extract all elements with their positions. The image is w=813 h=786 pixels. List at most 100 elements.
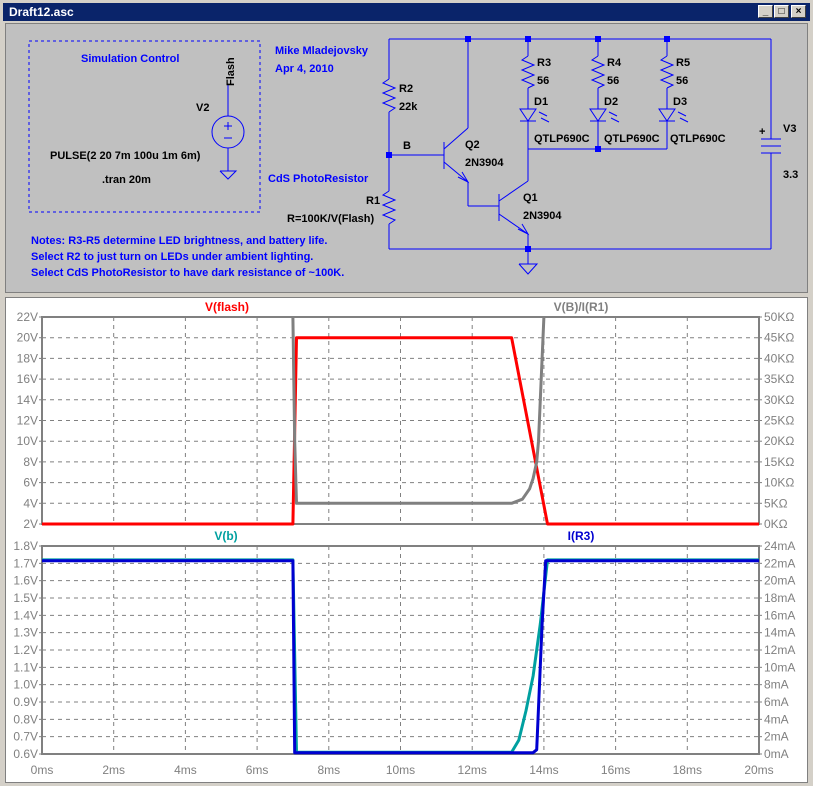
left-tick-label: 20V — [17, 331, 38, 345]
d1-model: QTLP690C — [534, 133, 590, 145]
left-tick-label: 8V — [23, 455, 38, 469]
q1-label: Q1 — [523, 192, 538, 204]
r3-value: 56 — [537, 75, 549, 87]
right-tick-label: 35KΩ — [764, 372, 794, 386]
left-tick-label: 1.0V — [13, 678, 38, 692]
d2-model: QTLP690C — [604, 133, 660, 145]
r2-label: R2 — [399, 83, 413, 95]
waveform-plot[interactable]: 2V 4V 6V 8V 10V 12V 14V 16V 18V 20V 22V 0KΩ 5KΩ 10KΩ 1… — [6, 298, 807, 782]
right-tick-label: 4mA — [764, 712, 789, 726]
x-tick-label: 8ms — [317, 763, 340, 777]
right-tick-label: 16mA — [764, 608, 795, 622]
series-title-v-b-: V(b) — [214, 529, 237, 543]
left-tick-label: 6V — [23, 476, 38, 490]
v3-plus: + — [759, 126, 765, 138]
left-tick-label: 16V — [17, 372, 38, 386]
x-tick-label: 0ms — [31, 763, 54, 777]
r1-label: R1 — [366, 195, 380, 207]
right-tick-label: 14mA — [764, 626, 795, 640]
right-tick-label: 12mA — [764, 643, 795, 657]
x-tick-label: 4ms — [174, 763, 197, 777]
left-tick-label: 22V — [17, 310, 38, 324]
series-title-v-flash-: V(flash) — [205, 300, 249, 314]
right-tick-label: 8mA — [764, 678, 789, 692]
window-title: Draft12.asc — [9, 5, 74, 19]
left-tick-label: 0.6V — [13, 747, 38, 761]
left-tick-label: 1.7V — [13, 556, 38, 570]
pulse-spec[interactable]: PULSE(2 20 7m 100u 1m 6m) — [50, 150, 201, 162]
r3-label: R3 — [537, 57, 551, 69]
left-tick-label: 1.8V — [13, 539, 38, 553]
q2-model: 2N3904 — [465, 157, 504, 169]
right-tick-label: 24mA — [764, 539, 795, 553]
author-label: Mike Mladejovsky — [275, 45, 369, 57]
v2-source-symbol — [211, 115, 245, 149]
left-tick-label: 1.5V — [13, 591, 38, 605]
right-tick-label: 6mA — [764, 695, 789, 709]
right-tick-label: 50KΩ — [764, 310, 794, 324]
note-line-1: Notes: R3-R5 determine LED brightness, a… — [31, 235, 327, 247]
x-tick-label: 18ms — [673, 763, 702, 777]
d3-label: D3 — [673, 96, 687, 108]
sim-control-label[interactable]: Simulation Control — [81, 53, 179, 65]
q1-model: 2N3904 — [523, 210, 562, 222]
left-tick-label: 2V — [23, 517, 38, 531]
right-tick-label: 10mA — [764, 660, 795, 674]
q2-label: Q2 — [465, 139, 480, 151]
cds-comment: CdS PhotoResistor — [268, 173, 369, 185]
series-line-v-b-i-r1- — [291, 316, 546, 505]
d3-model: QTLP690C — [670, 133, 726, 145]
r1-value: R=100K/V(Flash) — [287, 213, 374, 225]
x-tick-label: 16ms — [601, 763, 630, 777]
x-tick-label: 14ms — [529, 763, 558, 777]
title-bar[interactable]: Draft12.asc _ □ × — [3, 3, 810, 21]
series-title-i-r3-: I(R3) — [568, 529, 595, 543]
d1-label: D1 — [534, 96, 548, 108]
x-tick-label: 6ms — [246, 763, 269, 777]
x-tick-label: 12ms — [458, 763, 487, 777]
note-line-2: Select R2 to just turn on LEDs under amb… — [31, 251, 313, 263]
x-tick-label: 10ms — [386, 763, 415, 777]
left-tick-label: 1.4V — [13, 608, 38, 622]
minimize-button[interactable]: _ — [758, 5, 773, 18]
left-tick-label: 1.6V — [13, 574, 38, 588]
v3-value: 3.3 — [783, 169, 798, 181]
left-tick-label: 14V — [17, 393, 38, 407]
right-tick-label: 25KΩ — [764, 414, 794, 428]
schematic-pane[interactable]: Simulation Control Mike Mladejovsky Apr … — [5, 23, 808, 293]
r2-value: 22k — [399, 101, 418, 113]
close-button[interactable]: × — [791, 5, 806, 18]
left-tick-label: 1.1V — [13, 660, 38, 674]
right-tick-label: 20KΩ — [764, 434, 794, 448]
right-tick-label: 0mA — [764, 747, 789, 761]
right-tick-label: 10KΩ — [764, 476, 794, 490]
v3-label: V3 — [783, 123, 796, 135]
left-tick-label: 0.8V — [13, 712, 38, 726]
ltspice-window: Draft12.asc _ □ × Simulation Control Mik… — [0, 0, 813, 786]
right-tick-label: 45KΩ — [764, 331, 794, 345]
tran-directive[interactable]: .tran 20m — [102, 174, 151, 186]
left-tick-label: 0.9V — [13, 695, 38, 709]
waveform-pane[interactable]: 2V 4V 6V 8V 10V 12V 14V 16V 18V 20V 22V 0KΩ 5KΩ 10KΩ 1… — [5, 297, 808, 783]
left-tick-label: 1.2V — [13, 643, 38, 657]
r5-label: R5 — [676, 57, 690, 69]
d2-label: D2 — [604, 96, 618, 108]
left-tick-label: 1.3V — [13, 626, 38, 640]
right-tick-label: 22mA — [764, 556, 795, 570]
x-tick-label: 20ms — [744, 763, 773, 777]
series-title-v-b-i-r1-: V(B)/I(R1) — [554, 300, 609, 314]
note-line-3: Select CdS PhotoResistor to have dark re… — [31, 267, 344, 279]
left-tick-label: 0.7V — [13, 730, 38, 744]
right-tick-label: 20mA — [764, 574, 795, 588]
right-tick-label: 0KΩ — [764, 517, 788, 531]
right-tick-label: 2mA — [764, 730, 789, 744]
left-tick-label: 4V — [23, 496, 38, 510]
r5-value: 56 — [676, 75, 688, 87]
x-tick-label: 2ms — [102, 763, 125, 777]
left-tick-label: 18V — [17, 351, 38, 365]
maximize-button[interactable]: □ — [774, 5, 789, 18]
right-tick-label: 5KΩ — [764, 496, 788, 510]
right-tick-label: 18mA — [764, 591, 795, 605]
r4-value: 56 — [607, 75, 619, 87]
v2-label: V2 — [196, 102, 209, 114]
